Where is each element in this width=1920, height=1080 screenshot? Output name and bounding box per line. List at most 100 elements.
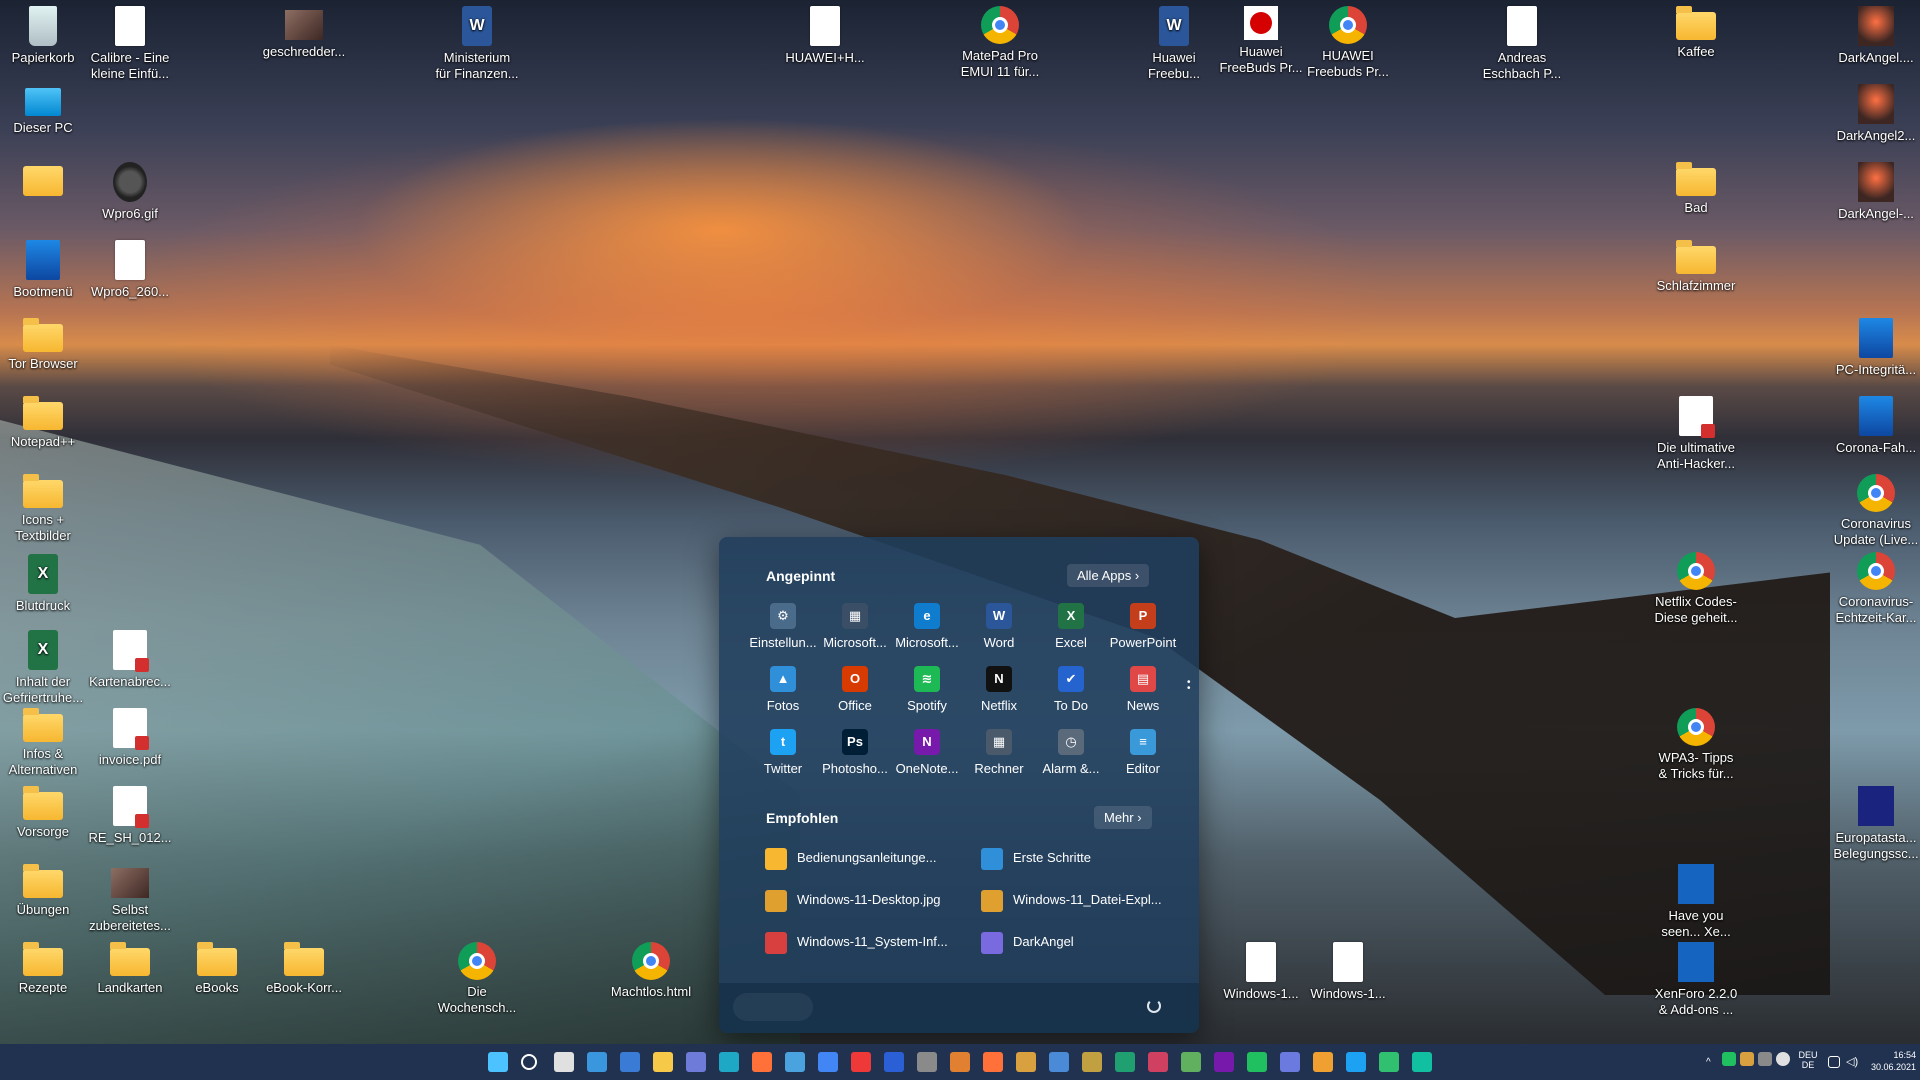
pinned-app[interactable]: N Netflix: [963, 666, 1035, 713]
app-icon[interactable]: [1280, 1052, 1300, 1072]
desktop-icon[interactable]: Wpro6.gif: [87, 158, 173, 222]
pinned-app[interactable]: ≡ Editor: [1107, 729, 1179, 776]
start-icon[interactable]: [488, 1052, 508, 1072]
all-apps-button[interactable]: Alle Apps ›: [1067, 564, 1150, 587]
app-icon[interactable]: [1115, 1052, 1135, 1072]
app-icon[interactable]: [785, 1052, 805, 1072]
pinned-app[interactable]: Ps Photosho...: [819, 729, 891, 776]
widgets-icon[interactable]: [587, 1052, 607, 1072]
desktop-icon[interactable]: DarkAngel2...: [1833, 80, 1919, 144]
pinned-app[interactable]: ▦ Microsoft...: [819, 603, 891, 650]
desktop-icon[interactable]: X Blutdruck: [0, 550, 86, 614]
vivaldi-icon[interactable]: [851, 1052, 871, 1072]
desktop-icon[interactable]: Schlafzimmer: [1653, 236, 1739, 294]
task-view-icon[interactable]: [554, 1052, 574, 1072]
desktop-icon[interactable]: Bad: [1653, 158, 1739, 216]
pen-icon[interactable]: [1758, 1052, 1772, 1066]
desktop-icon[interactable]: W Huawei Freebu...: [1131, 2, 1217, 82]
desktop-icon[interactable]: Machtlos.html: [608, 938, 694, 1000]
desktop-icon[interactable]: Have you seen... Xe...: [1653, 860, 1739, 940]
desktop-icon[interactable]: Übungen: [0, 860, 86, 918]
desktop-icon[interactable]: WPA3- Tipps & Tricks für...: [1653, 704, 1739, 782]
pinned-app[interactable]: ≋ Spotify: [891, 666, 963, 713]
desktop-icon[interactable]: Bootmenü: [0, 236, 86, 300]
tray-app-icon[interactable]: [1722, 1052, 1736, 1066]
desktop-icon[interactable]: HUAWEI Freebuds Pr...: [1305, 2, 1391, 80]
notepad-icon[interactable]: [1181, 1052, 1201, 1072]
desktop-icon[interactable]: eBook-Korr...: [261, 938, 347, 996]
recommended-item[interactable]: Windows-11_Datei-Expl...: [981, 884, 1162, 916]
desktop-icon[interactable]: Infos & Alternativen: [0, 704, 86, 778]
app-icon[interactable]: [950, 1052, 970, 1072]
chevron-up-icon[interactable]: ^: [1706, 1057, 1711, 1068]
tray-app-icon[interactable]: [1776, 1052, 1790, 1066]
desktop-icon[interactable]: PC-Integritä...: [1833, 314, 1919, 378]
chat-icon[interactable]: [686, 1052, 706, 1072]
pinned-app[interactable]: X Excel: [1035, 603, 1107, 650]
desktop-icon[interactable]: MatePad Pro EMUI 11 für...: [957, 2, 1043, 80]
desktop-icon[interactable]: Corona-Fah...: [1833, 392, 1919, 456]
power-icon[interactable]: [1147, 999, 1161, 1013]
app-icon[interactable]: [917, 1052, 937, 1072]
desktop-icon[interactable]: Andreas Eschbach P...: [1479, 2, 1565, 82]
pinned-app[interactable]: N OneNote...: [891, 729, 963, 776]
app-icon[interactable]: [1148, 1052, 1168, 1072]
desktop-icon[interactable]: eBooks: [174, 938, 260, 996]
pinned-app[interactable]: O Office: [819, 666, 891, 713]
desktop-icon[interactable]: RE_SH_012...: [87, 782, 173, 846]
pinned-app[interactable]: W Word: [963, 603, 1035, 650]
recommended-item[interactable]: Windows-11_System-Inf...: [765, 926, 948, 958]
app-icon[interactable]: [1379, 1052, 1399, 1072]
desktop-icon[interactable]: Windows-1...: [1218, 938, 1304, 1002]
desktop-icon[interactable]: Coronavirus Update (Live...: [1833, 470, 1919, 548]
app-icon[interactable]: [884, 1052, 904, 1072]
desktop-icon[interactable]: Huawei FreeBuds Pr...: [1218, 2, 1304, 76]
store-icon[interactable]: [620, 1052, 640, 1072]
desktop-icon[interactable]: X Inhalt der Gefriertruhe...: [0, 626, 86, 706]
desktop-icon[interactable]: Coronavirus- Echtzeit-Kar...: [1833, 548, 1919, 626]
pinned-app[interactable]: t Twitter: [747, 729, 819, 776]
desktop-icon[interactable]: XenForo 2.2.0 & Add-ons ...: [1653, 938, 1739, 1018]
desktop-icon[interactable]: Icons + Textbilder: [0, 470, 86, 544]
desktop-icon[interactable]: Tor Browser: [0, 314, 86, 372]
pinned-app[interactable]: ▦ Rechner: [963, 729, 1035, 776]
app-icon[interactable]: [983, 1052, 1003, 1072]
desktop-icon[interactable]: Papierkorb: [0, 2, 86, 66]
recommended-item[interactable]: Windows-11-Desktop.jpg: [765, 884, 941, 916]
desktop-icon[interactable]: invoice.pdf: [87, 704, 173, 768]
language-indicator[interactable]: DEU DE: [1794, 1050, 1822, 1070]
pinned-app[interactable]: P PowerPoint: [1107, 603, 1179, 650]
recommended-item[interactable]: Erste Schritte: [981, 842, 1091, 874]
desktop-icon[interactable]: Die ultimative Anti-Hacker...: [1653, 392, 1739, 472]
network-icon[interactable]: [1828, 1056, 1840, 1068]
desktop-icon[interactable]: Landkarten: [87, 938, 173, 996]
desktop-icon[interactable]: Kaffee: [1653, 2, 1739, 60]
desktop-icon[interactable]: [0, 158, 86, 200]
recommended-item[interactable]: DarkAngel: [981, 926, 1074, 958]
pinned-app[interactable]: ◷ Alarm &...: [1035, 729, 1107, 776]
desktop-icon[interactable]: Windows-1...: [1305, 938, 1391, 1002]
search-icon[interactable]: [521, 1054, 537, 1070]
desktop-icon[interactable]: Kartenabrec...: [87, 626, 173, 690]
desktop-icon[interactable]: Europatasta... Belegungssc...: [1833, 782, 1919, 862]
app-icon[interactable]: [1247, 1052, 1267, 1072]
app-icon[interactable]: [1049, 1052, 1069, 1072]
chart-icon[interactable]: [1313, 1052, 1333, 1072]
edge-icon[interactable]: [719, 1052, 739, 1072]
desktop-icon[interactable]: Die Wochensch...: [434, 938, 520, 1016]
onenote-icon[interactable]: [1214, 1052, 1234, 1072]
app-icon[interactable]: [1412, 1052, 1432, 1072]
pinned-app[interactable]: ▲ Fotos: [747, 666, 819, 713]
pinned-app[interactable]: ▤ News: [1107, 666, 1179, 713]
pinned-app[interactable]: ⚙ Einstellun...: [747, 603, 819, 650]
desktop-icon[interactable]: Rezepte: [0, 938, 86, 996]
app-icon[interactable]: [1082, 1052, 1102, 1072]
desktop-icon[interactable]: DarkAngel-...: [1833, 158, 1919, 222]
desktop-icon[interactable]: HUAWEI+H...: [782, 2, 868, 66]
clock[interactable]: 16:54 30.06.2021: [1870, 1049, 1916, 1073]
more-button[interactable]: Mehr ›: [1094, 806, 1152, 829]
firefox-icon[interactable]: [752, 1052, 772, 1072]
desktop-icon[interactable]: Selbst zubereitetes...: [87, 860, 173, 934]
desktop-icon[interactable]: Calibre - Eine kleine Einfü...: [87, 2, 173, 82]
chrome-icon[interactable]: [818, 1052, 838, 1072]
